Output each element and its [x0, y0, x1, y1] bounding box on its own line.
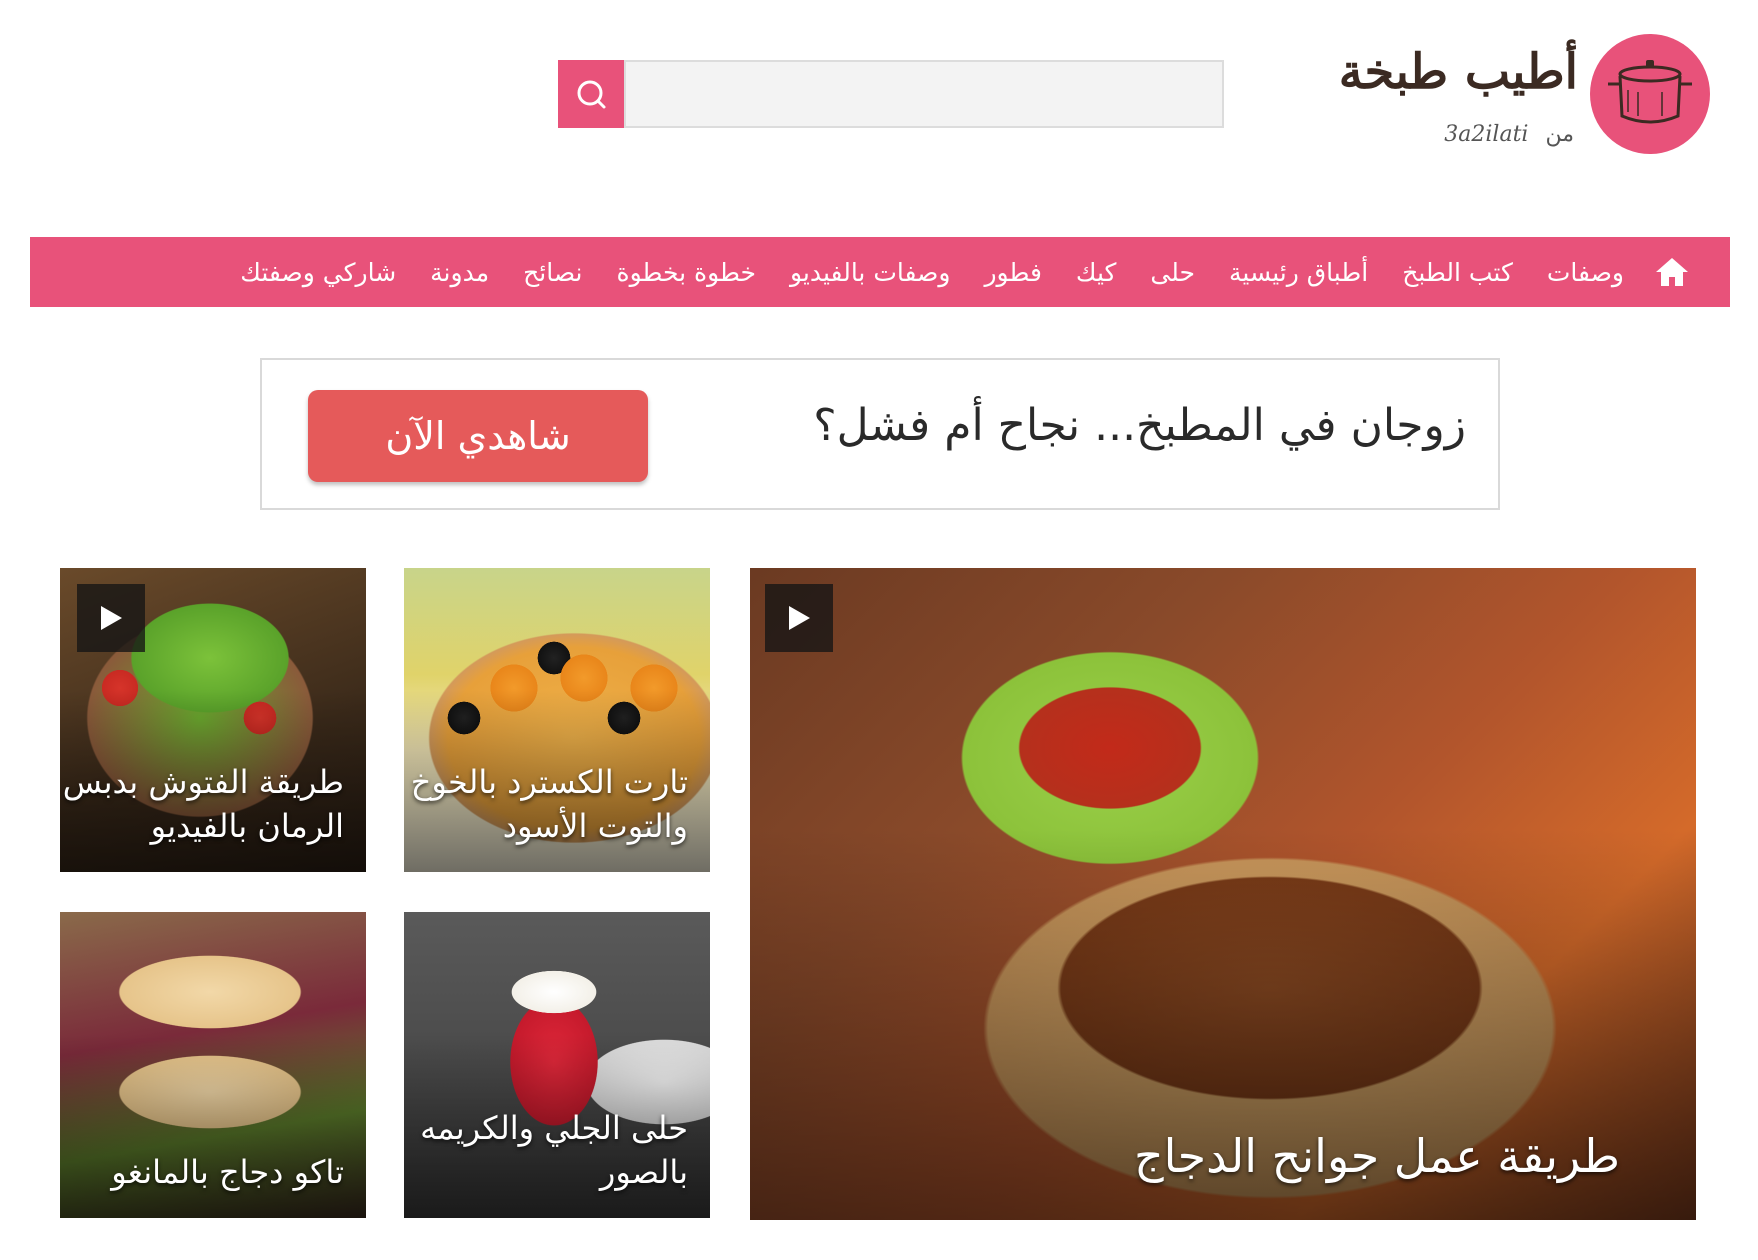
search-button[interactable]: [558, 60, 624, 128]
featured-recipe-card[interactable]: طريقة عمل جوانح الدجاج: [750, 568, 1696, 1220]
logo-title: أطيب طبخة: [1338, 44, 1578, 100]
nav-item-recipes[interactable]: وصفات: [1547, 258, 1624, 287]
nav-home[interactable]: [1652, 252, 1692, 292]
recipe-card-jelly[interactable]: حلى الجلي والكريمه بالصور: [404, 912, 710, 1218]
banner-text: زوجان في المطبخ... نجاح أم فشل؟: [813, 400, 1466, 451]
search-icon: [577, 80, 606, 109]
featured-recipe-title[interactable]: طريقة عمل جوانح الدجاج: [1134, 1133, 1620, 1179]
site-logo[interactable]: أطيب طبخة 3a2ilati من: [1320, 26, 1710, 160]
nav-item-main-dishes[interactable]: أطباق رئيسية: [1229, 258, 1368, 287]
nav-item-cake[interactable]: كيك: [1076, 258, 1117, 287]
nav-item-desserts[interactable]: حلى: [1150, 258, 1195, 287]
search-bar: [558, 60, 1224, 128]
cooking-pot-icon: [1590, 34, 1710, 154]
promo-banner[interactable]: زوجان في المطبخ... نجاح أم فشل؟ شاهدي ال…: [260, 358, 1500, 510]
nav-item-cookbooks[interactable]: كتب الطبخ: [1402, 258, 1513, 287]
recipe-card-taco[interactable]: تاكو دجاج بالمانغو: [60, 912, 366, 1218]
recipe-card-fattoush[interactable]: طريقة الفتوش بدبس الرمان بالفيديو: [60, 568, 366, 872]
logo-brand: 3a2ilati: [1444, 122, 1529, 147]
search-input[interactable]: [624, 60, 1224, 128]
logo-from: من: [1545, 122, 1574, 147]
recipe-card-title[interactable]: طريقة الفتوش بدبس الرمان بالفيديو: [60, 760, 344, 848]
nav-item-share-recipe[interactable]: شاركي وصفتك: [240, 258, 396, 287]
recipe-card-title[interactable]: تاكو دجاج بالمانغو: [111, 1150, 344, 1194]
nav-item-tips[interactable]: نصائح: [523, 258, 582, 287]
play-icon[interactable]: [765, 584, 833, 652]
recipe-card-title[interactable]: حلى الجلي والكريمه بالصور: [404, 1106, 688, 1194]
main-nav: وصفات كتب الطبخ أطباق رئيسية حلى كيك فطو…: [30, 237, 1730, 307]
nav-item-video-recipes[interactable]: وصفات بالفيديو: [790, 258, 950, 287]
watch-now-button[interactable]: شاهدي الآن: [308, 390, 648, 482]
nav-item-step-by-step[interactable]: خطوة بخطوة: [616, 258, 756, 287]
logo-subtitle: 3a2ilati من: [1444, 122, 1574, 147]
nav-item-blog[interactable]: مدونة: [430, 258, 489, 287]
home-icon: [1656, 258, 1688, 286]
recipe-card-title[interactable]: تارت الكسترد بالخوخ والتوت الأسود: [404, 760, 688, 848]
nav-item-breakfast[interactable]: فطور: [984, 258, 1041, 287]
recipe-card-tart[interactable]: تارت الكسترد بالخوخ والتوت الأسود: [404, 568, 710, 872]
play-icon[interactable]: [77, 584, 145, 652]
